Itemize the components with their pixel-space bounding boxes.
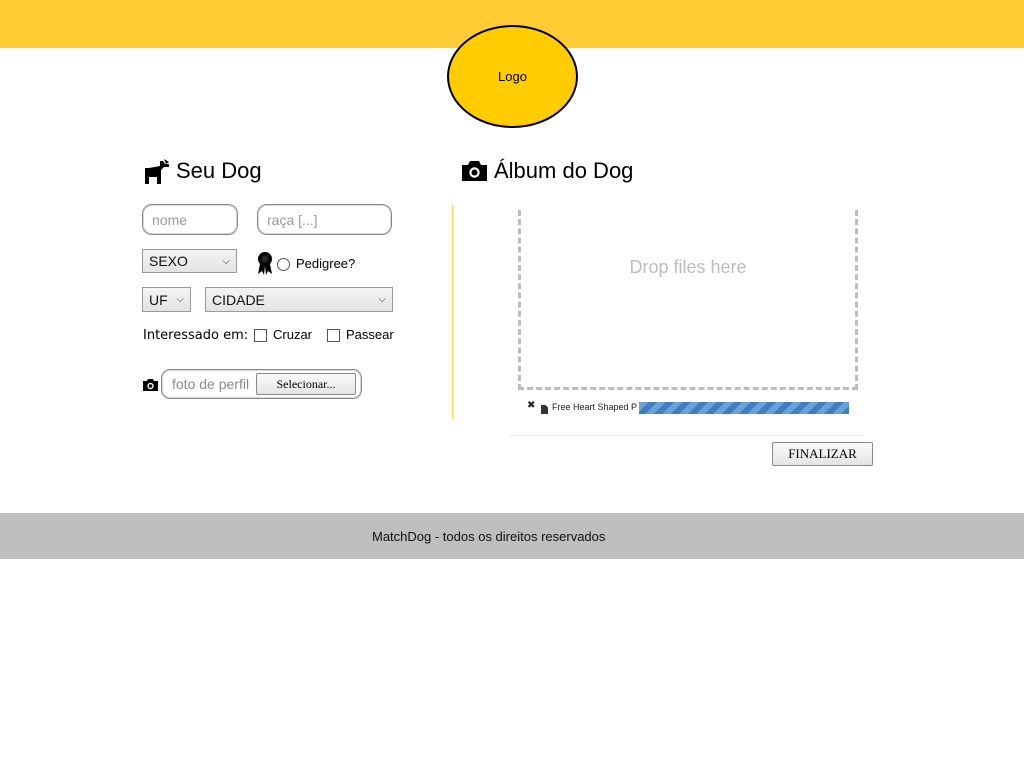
file-dropzone[interactable]: Drop files here [518, 210, 858, 390]
album-separator [510, 435, 864, 436]
logo[interactable]: Logo [447, 25, 578, 128]
interest-label: Interessado em: [143, 328, 249, 343]
uploaded-file-row: ✖ Free Heart Shaped P [527, 400, 849, 416]
section-divider [452, 205, 453, 419]
camera-icon [142, 378, 159, 397]
uf-select[interactable]: UF ⌵ [142, 287, 191, 312]
chevron-down-icon: ⌵ [378, 294, 386, 305]
city-select-value: CIDADE [212, 291, 265, 308]
sex-select-value: SEXO [149, 253, 188, 269]
close-icon[interactable]: ✖ [527, 400, 535, 411]
cruzar-checkbox[interactable] [254, 329, 267, 342]
file-icon [541, 401, 548, 419]
sex-select[interactable]: SEXO ⌵ [142, 249, 237, 273]
album-section-title: Álbum do Dog [461, 158, 633, 184]
pedigree-label: Pedigree? [296, 256, 356, 271]
camera-icon [461, 160, 488, 182]
name-input[interactable] [142, 204, 238, 235]
finalize-button[interactable]: FINALIZAR [772, 442, 873, 466]
passear-checkbox[interactable] [327, 329, 340, 342]
album-section-title-text: Álbum do Dog [494, 158, 634, 183]
profile-photo-field[interactable]: foto de perfil Selecionar... [161, 369, 362, 399]
breed-input[interactable] [257, 204, 392, 235]
dog-section-title-text: Seu Dog [176, 158, 262, 183]
footer-text: MatchDog - todos os direitos reservados [372, 529, 606, 544]
chevron-down-icon: ⌵ [222, 255, 230, 267]
upload-progress-fill [639, 402, 849, 414]
file-name: Free Heart Shaped P [552, 402, 638, 412]
logo-label: Logo [498, 69, 527, 84]
award-ribbon-icon [257, 251, 273, 280]
dropzone-text: Drop files here [629, 257, 747, 277]
footer: MatchDog - todos os direitos reservados [0, 513, 1024, 559]
passear-label: Passear [346, 327, 394, 342]
cruzar-label: Cruzar [273, 327, 313, 342]
chevron-down-icon: ⌵ [176, 294, 184, 305]
profile-photo-placeholder: foto de perfil [172, 376, 250, 392]
uf-select-value: UF [149, 291, 168, 308]
city-select[interactable]: CIDADE ⌵ [205, 287, 393, 312]
pedigree-radio[interactable] [277, 258, 290, 271]
upload-progress-bar [639, 402, 849, 414]
dog-section-title: Seu Dog [142, 158, 262, 184]
select-photo-button[interactable]: Selecionar... [256, 373, 356, 395]
dog-icon [142, 158, 170, 184]
